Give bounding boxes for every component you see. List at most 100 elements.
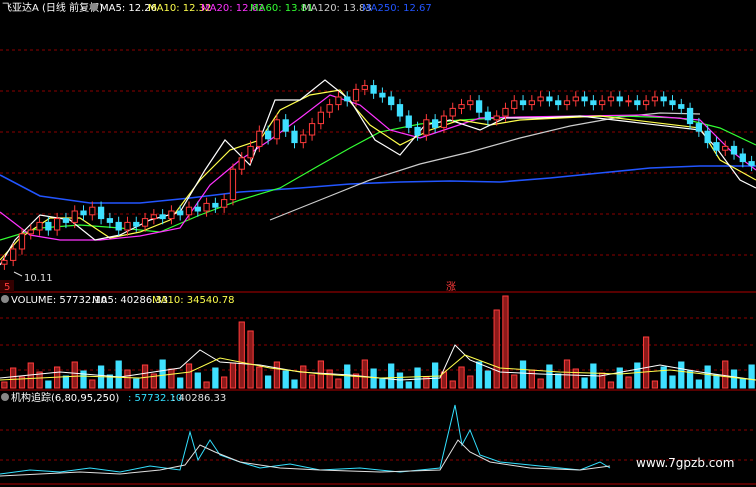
volume-bar[interactable] [185, 363, 193, 389]
candle-body[interactable] [572, 96, 579, 102]
candle-body[interactable] [423, 119, 430, 136]
candle-body[interactable] [194, 206, 201, 212]
candle-body[interactable] [80, 210, 87, 216]
volume-bar[interactable] [704, 365, 711, 389]
candle-body[interactable] [27, 229, 34, 235]
volume-bar[interactable] [212, 367, 219, 389]
candle-body[interactable] [634, 100, 641, 106]
volume-bar[interactable] [62, 375, 70, 389]
candle-body[interactable] [432, 119, 439, 128]
candle-body[interactable] [185, 206, 193, 216]
volume-bar[interactable] [449, 380, 456, 389]
candle-body[interactable] [18, 233, 26, 250]
volume-bar[interactable] [695, 379, 702, 389]
volume-bar[interactable] [159, 359, 166, 389]
candle-body[interactable] [273, 119, 281, 140]
candle-body[interactable] [344, 96, 351, 102]
candle-body[interactable] [713, 142, 720, 151]
candle-body[interactable] [308, 123, 316, 136]
candle-body[interactable] [229, 168, 237, 201]
volume-bar[interactable] [326, 369, 333, 389]
volume-bar[interactable] [388, 363, 395, 389]
volume-bar[interactable] [141, 364, 149, 389]
candle-body[interactable] [36, 221, 43, 231]
volume-bar[interactable] [221, 376, 228, 389]
volume-bar[interactable] [722, 360, 729, 389]
candle-body[interactable] [62, 218, 70, 223]
candle-body[interactable] [238, 157, 245, 170]
volume-bar[interactable] [344, 364, 351, 389]
candle-body[interactable] [71, 210, 78, 223]
volume-bar[interactable] [432, 362, 439, 389]
candle-body[interactable] [739, 153, 746, 163]
candle-body[interactable] [660, 96, 667, 102]
volume-bar[interactable] [484, 370, 492, 389]
candle-body[interactable] [203, 202, 210, 212]
candle-body[interactable] [282, 119, 289, 132]
volume-bar[interactable] [607, 381, 615, 389]
candle-body[interactable] [396, 104, 404, 117]
candle-body[interactable] [264, 130, 272, 140]
candle-body[interactable] [141, 218, 149, 227]
volume-bar[interactable] [616, 367, 623, 389]
candle-body[interactable] [607, 96, 615, 102]
candle-body[interactable] [115, 221, 122, 231]
candle-body[interactable] [730, 145, 738, 155]
volume-bar[interactable] [546, 364, 553, 389]
candle-body[interactable] [54, 218, 61, 231]
candle-body[interactable] [247, 145, 254, 159]
volume-bar[interactable] [572, 368, 579, 389]
volume-bar[interactable] [194, 372, 201, 389]
volume-bar[interactable] [748, 364, 755, 389]
candle-body[interactable] [669, 100, 676, 106]
volume-bar[interactable] [133, 378, 140, 389]
volume-bar[interactable] [713, 374, 720, 389]
volume-bar[interactable] [511, 374, 518, 389]
candle-body[interactable] [563, 100, 571, 106]
volume-bar[interactable] [555, 373, 562, 389]
candle-body[interactable] [89, 206, 96, 216]
candle-body[interactable] [370, 85, 377, 94]
volume-bar[interactable] [458, 366, 465, 389]
volume-bar[interactable] [634, 362, 641, 389]
volume-bar[interactable] [361, 359, 368, 389]
candle-body[interactable] [467, 100, 474, 106]
candle-body[interactable] [581, 96, 588, 102]
candle-body[interactable] [748, 161, 755, 166]
volume-bar[interactable] [730, 369, 738, 389]
rise-marker[interactable]: 涨 [446, 281, 456, 293]
volume-bar[interactable] [1, 381, 8, 389]
gear-icon[interactable] [1, 295, 9, 303]
candle-body[interactable] [221, 199, 228, 208]
volume-bar[interactable] [45, 380, 52, 389]
candle-body[interactable] [484, 111, 492, 121]
candle-body[interactable] [458, 104, 465, 109]
volume-bar[interactable] [264, 375, 272, 389]
volume-bar[interactable] [308, 374, 316, 389]
candle-body[interactable] [291, 130, 298, 144]
volume-bar[interactable] [537, 378, 544, 389]
candle-body[interactable] [177, 210, 184, 216]
candle-body[interactable] [326, 104, 333, 113]
volume-bar[interactable] [467, 375, 474, 389]
candle-body[interactable] [678, 104, 685, 109]
candle-body[interactable] [695, 123, 702, 132]
candle-body[interactable] [405, 115, 412, 128]
volume-bar[interactable] [379, 377, 386, 389]
volume-bar[interactable] [247, 330, 254, 389]
candle-body[interactable] [106, 218, 114, 223]
volume-bar[interactable] [519, 360, 527, 389]
candle-body[interactable] [493, 115, 500, 121]
candle-body[interactable] [97, 206, 105, 220]
volume-bar[interactable] [493, 309, 500, 389]
candle-body[interactable] [256, 130, 263, 147]
candle-body[interactable] [124, 221, 131, 231]
volume-bar[interactable] [238, 321, 245, 389]
candle-body[interactable] [546, 96, 553, 102]
candle-body[interactable] [722, 145, 729, 151]
volume-bar[interactable] [177, 377, 184, 389]
candle-body[interactable] [414, 126, 421, 136]
candle-body[interactable] [133, 221, 140, 227]
volume-bar[interactable] [89, 379, 96, 389]
candle-body[interactable] [642, 100, 650, 106]
